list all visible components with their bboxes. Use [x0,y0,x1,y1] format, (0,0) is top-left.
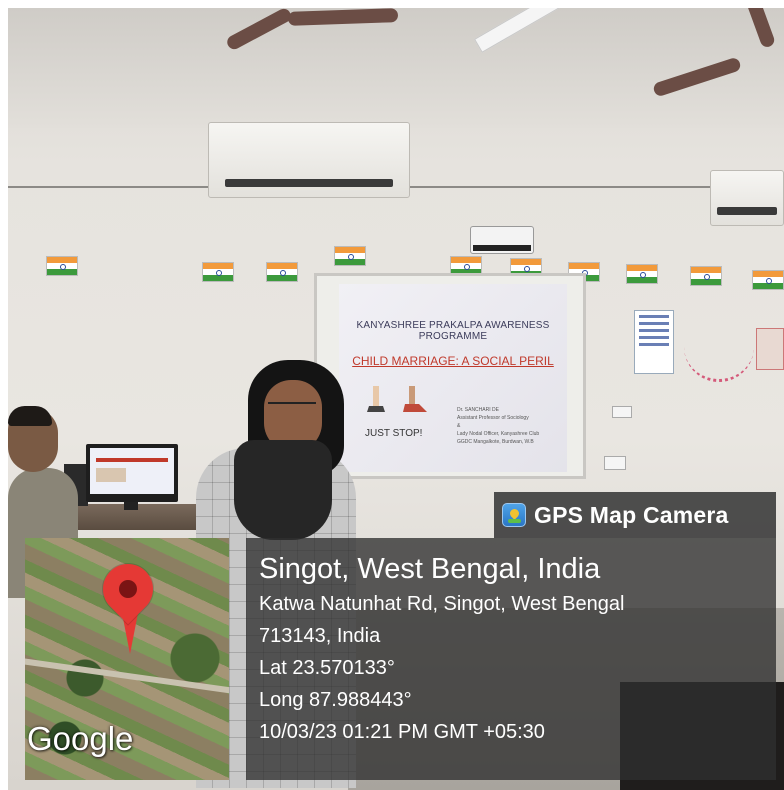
presenter-line: Lady Nodal Officer, Kanyashree Club [457,431,540,437]
flag-decoration [202,262,234,282]
presenter-line: GGDC Mangalkote, Burdwan, W.B [457,439,534,445]
gps-stamp-header: GPS Map Camera [494,492,776,538]
seated-man-hair [8,406,52,426]
ceiling [8,8,784,128]
gps-map-camera-icon [502,503,526,527]
flag-decoration [334,246,366,266]
flag-decoration [752,270,784,290]
presenter-line: Assistant Professor of Sociology [457,415,529,421]
paper-garland [684,336,754,382]
slide-tagline: JUST STOP! [365,428,423,439]
app-name: GPS Map Camera [534,501,729,528]
flag-decoration [266,262,298,282]
switch-board [604,456,626,470]
monitor-stand [124,502,138,510]
speaker-dupatta [234,440,332,540]
slide-heading: KANYASHREE PRAKALPA AWARENESS PROGRAMME [356,320,550,342]
address-line-2: 713143, India [259,625,381,647]
air-conditioner [710,170,784,226]
wall-poster [756,328,784,370]
slide-topic: CHILD MARRIAGE: A SOCIAL PERIL [352,354,554,368]
slide-presenter: Dr. SANCHARI DE Assistant Professor of S… [457,406,557,446]
timestamp: 10/03/23 01:21 PM GMT +05:30 [259,721,545,743]
wall-chart [634,310,674,374]
switch-board [612,406,632,418]
computer-monitor [86,444,178,502]
projector [470,226,534,254]
latitude: Lat 23.570133° [259,657,395,679]
longitude: Long 87.988443° [259,689,412,711]
flag-decoration [690,266,722,286]
location-title: Singot, West Bengal, India [259,553,601,585]
feet-illustration-icon [367,386,427,412]
air-conditioner [208,122,410,198]
satellite-map-thumbnail: Google [25,538,229,780]
map-road [25,657,229,697]
presentation-slide: KANYASHREE PRAKALPA AWARENESS PROGRAMME … [339,284,567,472]
presenter-line: Dr. SANCHARI DE [457,407,499,413]
flag-decoration [46,256,78,276]
location-info-panel: Singot, West Bengal, India Katwa Natunha… [246,538,776,780]
speaker-glasses [268,402,316,414]
location-pin-dot [119,580,137,598]
map-provider-logo: Google [27,720,134,757]
address-line-1: Katwa Natunhat Rd, Singot, West Bengal [259,593,625,615]
flag-decoration [626,264,658,284]
projection-board: KANYASHREE PRAKALPA AWARENESS PROGRAMME … [314,273,586,479]
presenter-line: & [457,423,461,429]
